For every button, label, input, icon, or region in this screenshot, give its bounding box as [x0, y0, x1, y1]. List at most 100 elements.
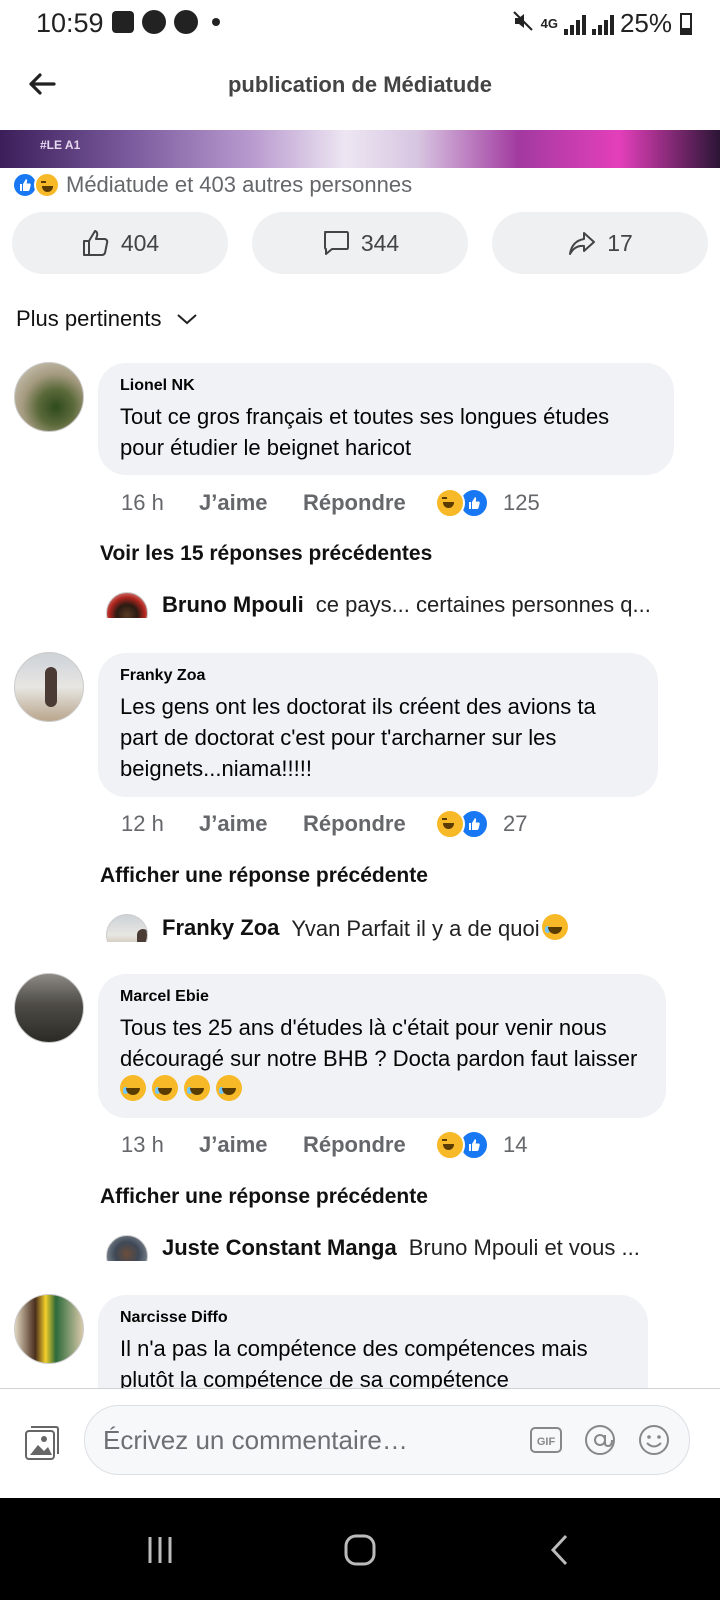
- reply-text: Bruno Mpouli et vous ...: [408, 1235, 640, 1260]
- signal-icon-2: [591, 13, 614, 35]
- avatar[interactable]: [106, 592, 148, 618]
- comment-meta: 16 h J’aime Répondre 125: [121, 488, 540, 518]
- rofl-emoji-icon: [152, 1075, 178, 1101]
- comment-like-button[interactable]: J’aime: [199, 1132, 303, 1158]
- comment-bubble: Franky Zoa Les gens ont les doctorat ils…: [98, 653, 658, 797]
- system-icons: 4G 25%: [511, 8, 692, 39]
- reply-preview[interactable]: Franky Zoa Yvan Parfait il y a de quoi: [106, 914, 706, 942]
- sort-dropdown[interactable]: Plus pertinents: [16, 306, 198, 332]
- at-icon: [585, 1425, 615, 1455]
- like-count: 404: [120, 229, 160, 256]
- chevron-down-icon: [176, 314, 197, 325]
- more-notifications-icon: [212, 18, 220, 26]
- avatar[interactable]: [14, 973, 84, 1043]
- thumbs-up-icon: [82, 230, 109, 256]
- comment-count: 344: [360, 229, 400, 256]
- laughing-emoji-icon: [541, 914, 568, 940]
- comment-author[interactable]: Franky Zoa: [120, 667, 636, 685]
- reply-preview[interactable]: Juste Constant Manga Bruno Mpouli et vou…: [106, 1235, 706, 1261]
- photo-button[interactable]: [22, 1423, 62, 1463]
- chevron-left-icon: [550, 1534, 568, 1566]
- page-title: publication de Médiatude: [227, 72, 492, 97]
- avatar[interactable]: [14, 1294, 84, 1364]
- reactions-summary[interactable]: Médiatude et 403 autres personnes: [12, 172, 412, 198]
- reply-preview[interactable]: Bruno Mpouli ce pays... certaines person…: [106, 592, 706, 618]
- emoji-button[interactable]: [637, 1423, 671, 1457]
- comment-reply-button[interactable]: Répondre: [303, 1132, 435, 1158]
- battery-icon: [680, 12, 692, 35]
- comment-text: Il n'a pas la compétence des compétences…: [120, 1336, 588, 1388]
- comment-reactions[interactable]: [435, 809, 489, 839]
- status-time: 10:59: [36, 8, 104, 38]
- system-back-button[interactable]: [530, 1522, 590, 1578]
- comment-like-button[interactable]: J’aime: [199, 490, 303, 516]
- reply-author[interactable]: Juste Constant Manga: [162, 1235, 397, 1261]
- comment-reactions[interactable]: [435, 1130, 489, 1160]
- share-button[interactable]: 17: [492, 212, 708, 274]
- comment-text: Tous tes 25 ans d'études là c'était pour…: [120, 1012, 644, 1105]
- post-image[interactable]: #LE A1: [0, 130, 720, 168]
- comment-bubble-icon: [323, 231, 349, 255]
- rofl-emoji-icon: [216, 1075, 242, 1101]
- comment-author[interactable]: Narcisse Diffo: [120, 1309, 626, 1327]
- sort-label: Plus pertinents: [16, 306, 162, 331]
- comment-text: Les gens ont les doctorat ils créent des…: [120, 694, 596, 781]
- comment-text: Tout ce gros français et toutes ses long…: [120, 404, 610, 460]
- gif-icon: GIF: [537, 1436, 556, 1448]
- home-icon: [344, 1534, 376, 1566]
- haha-reaction-icon: [435, 488, 465, 518]
- previous-replies-link[interactable]: Afficher une réponse précédente: [100, 1185, 428, 1209]
- comment-time: 16 h: [121, 490, 164, 515]
- comment-reply-button[interactable]: Répondre: [303, 490, 435, 516]
- avatar[interactable]: [14, 362, 84, 432]
- signal-icon: [563, 13, 586, 35]
- previous-replies-link[interactable]: Afficher une réponse précédente: [100, 864, 428, 888]
- gif-button[interactable]: GIF: [529, 1423, 563, 1457]
- comment-meta: 13 h J’aime Répondre 14: [121, 1130, 527, 1160]
- comment-input[interactable]: [103, 1406, 503, 1474]
- telegram-notification-icon: [142, 10, 166, 34]
- haha-reaction-icon: [435, 1130, 465, 1160]
- notification-icons: [112, 10, 220, 34]
- comment-time: 13 h: [121, 1132, 164, 1157]
- comment-field[interactable]: GIF: [84, 1405, 690, 1475]
- battery-percent: 25%: [619, 8, 672, 38]
- avatar[interactable]: [106, 1235, 148, 1261]
- comment-time: 12 h: [121, 811, 164, 836]
- like-button[interactable]: 404: [12, 212, 228, 274]
- mention-button[interactable]: [583, 1423, 617, 1457]
- comment-meta: 12 h J’aime Répondre 27: [121, 809, 527, 839]
- avatar[interactable]: [14, 652, 84, 722]
- mute-icon: [511, 9, 535, 39]
- comment-bubble: Marcel Ebie Tous tes 25 ans d'études là …: [98, 974, 666, 1118]
- avatar[interactable]: [106, 914, 148, 942]
- status-bar: 10:59 4G 25%: [0, 0, 720, 46]
- recent-apps-icon: [148, 1537, 172, 1563]
- reaction-count: 27: [503, 811, 528, 836]
- comment-bubble: Narcisse Diffo Il n'a pas la compétence …: [98, 1295, 648, 1388]
- reply-author[interactable]: Franky Zoa: [162, 915, 279, 941]
- photo-gallery-icon: [25, 1426, 59, 1460]
- reactions-summary-text: Médiatude et 403 autres personnes: [66, 172, 413, 197]
- comment-author[interactable]: Lionel NK: [120, 377, 652, 395]
- network-type: 4G: [540, 15, 558, 31]
- comment-bubble: Lionel NK Tout ce gros français et toute…: [98, 363, 674, 475]
- reply-text-content: Yvan Parfait il y a de quoi: [291, 916, 540, 941]
- previous-replies-link[interactable]: Voir les 15 réponses précédentes: [100, 542, 432, 566]
- gallery-notification-icon: [112, 11, 134, 33]
- recent-apps-button[interactable]: [130, 1522, 190, 1578]
- share-arrow-icon: [569, 232, 596, 255]
- rofl-emoji-icon: [184, 1075, 210, 1101]
- comment-reactions[interactable]: [435, 488, 489, 518]
- reaction-count: 125: [503, 490, 540, 515]
- comment-reply-button[interactable]: Répondre: [303, 811, 435, 837]
- comment-text-content: Tous tes 25 ans d'études là c'était pour…: [120, 1015, 638, 1071]
- whatsapp-notification-icon: [174, 10, 198, 34]
- home-button[interactable]: [330, 1522, 390, 1578]
- comment-button[interactable]: 344: [252, 212, 468, 274]
- comment-author[interactable]: Marcel Ebie: [120, 988, 644, 1006]
- smiley-icon: [639, 1425, 669, 1455]
- comment-like-button[interactable]: J’aime: [199, 811, 303, 837]
- reply-author[interactable]: Bruno Mpouli: [162, 592, 304, 618]
- haha-reaction-icon: [435, 809, 465, 839]
